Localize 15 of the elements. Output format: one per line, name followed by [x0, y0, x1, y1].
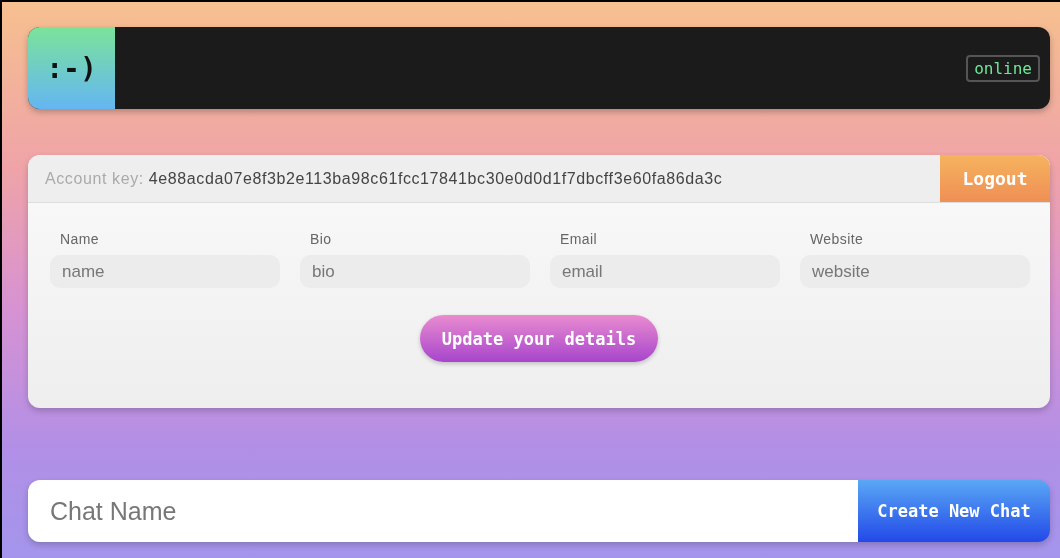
update-button[interactable]: Update your details — [419, 315, 659, 362]
logo: :-) — [28, 27, 115, 109]
input-field[interactable]: name — [50, 255, 280, 288]
field-label: Website — [810, 231, 865, 247]
field-label: Email — [560, 231, 598, 247]
field-label: Name — [60, 231, 100, 247]
chat-name-field[interactable]: Chat Name — [28, 480, 858, 542]
field-label: Bio — [310, 231, 333, 247]
logout-button[interactable]: Logout — [940, 155, 1050, 202]
input-field[interactable]: bio — [300, 255, 530, 288]
create-chat-button[interactable]: Create New Chat — [858, 480, 1050, 542]
account-key: Account key: 4e88acda07e8f3b2e113ba98c61fcc17841bc30e0d0d1f7dbcff3e60fa86da3c — [28, 169, 940, 188]
input-field[interactable]: website — [800, 255, 1030, 288]
input-field[interactable]: email — [550, 255, 780, 288]
status-badge: online — [966, 54, 1040, 82]
